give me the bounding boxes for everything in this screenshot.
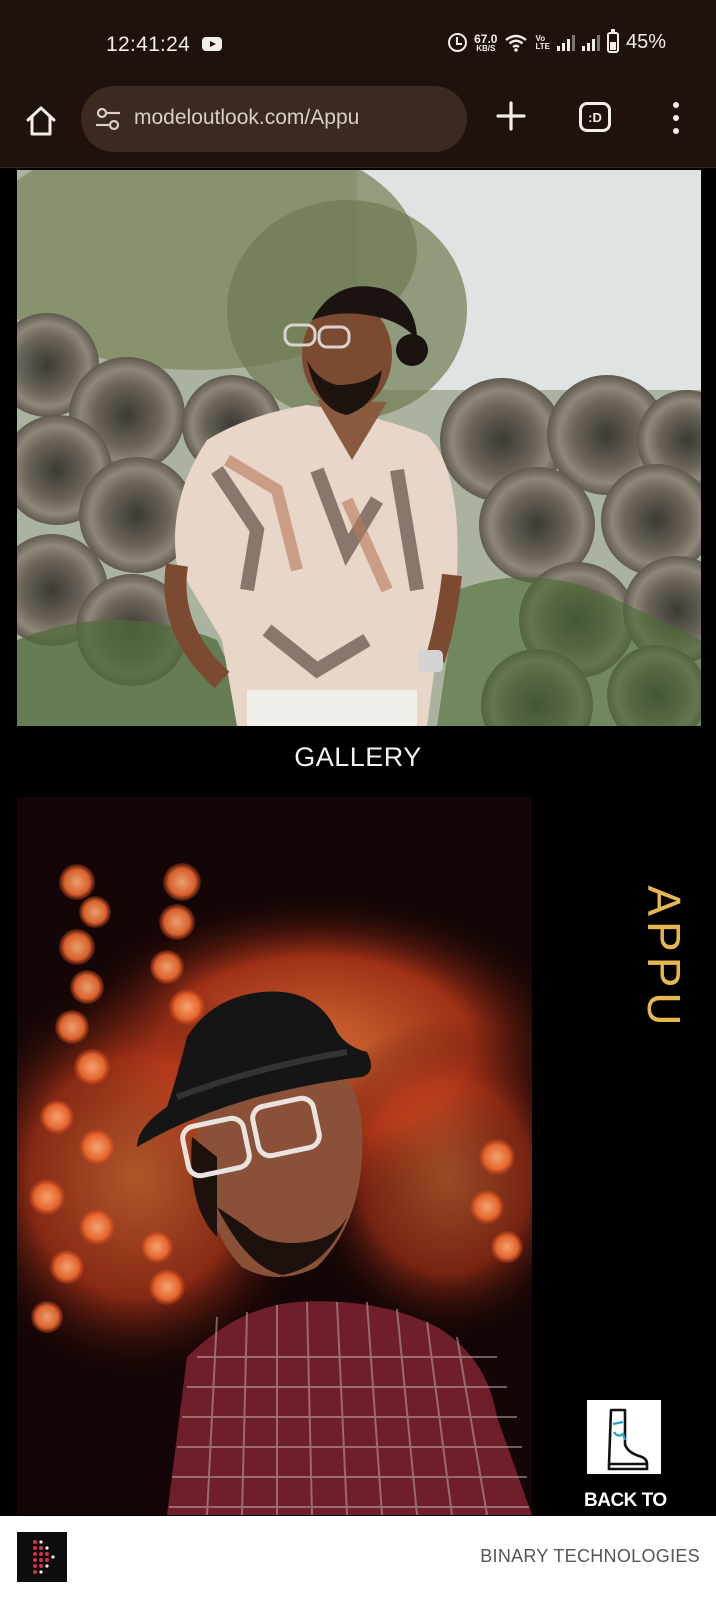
tab-switcher-label: :D — [588, 109, 602, 125]
youtube-notification-icon — [202, 37, 222, 51]
status-icons: 67.0 KB/S Vo LTE 45% — [448, 29, 666, 54]
address-bar[interactable]: modeloutlook.com/Appu — [81, 86, 467, 152]
status-time: 12:41:24 — [106, 33, 191, 56]
signal-icon-sim2 — [581, 34, 600, 51]
gallery-photo-night[interactable] — [17, 797, 532, 1515]
new-tab-plus-icon[interactable] — [494, 99, 528, 133]
signal-icon-sim1 — [556, 34, 575, 51]
footer: BINARY TECHNOLOGIES — [0, 1516, 716, 1600]
binary-technologies-logo[interactable] — [17, 1532, 67, 1582]
url-text[interactable]: modeloutlook.com/Appu — [134, 106, 359, 130]
volte-bottom: LTE — [535, 41, 550, 51]
browser-toolbar: modeloutlook.com/Appu :D — [0, 84, 716, 168]
footer-brand-text[interactable]: BINARY TECHNOLOGIES — [480, 1546, 700, 1567]
back-to-button[interactable] — [587, 1400, 661, 1474]
network-speed-value: 67.0 — [474, 31, 498, 46]
alarm-icon — [448, 33, 468, 52]
network-speed-unit: KB/S — [476, 43, 496, 53]
logo-dots-icon — [33, 1540, 55, 1574]
volte-indicator: Vo LTE — [535, 34, 550, 51]
kebab-menu-icon[interactable] — [666, 102, 686, 134]
gallery-photo-outdoor[interactable] — [17, 170, 701, 726]
gallery-heading: GALLERY — [294, 742, 422, 772]
battery-icon — [606, 29, 619, 53]
model-name-vertical: APPU — [638, 885, 690, 1031]
back-to-label[interactable]: BACK TO — [584, 1490, 667, 1512]
night-portrait-image — [17, 797, 532, 1515]
battery-percentage: 45% — [625, 31, 666, 53]
status-bar: 12:41:24 67.0 KB/S Vo LTE 45% — [0, 0, 716, 84]
wifi-icon — [505, 34, 528, 52]
network-speed: 67.0 KB/S — [474, 33, 497, 53]
home-icon[interactable] — [24, 104, 58, 138]
tab-switcher-button[interactable]: :D — [579, 102, 611, 132]
outdoor-portrait-image — [17, 170, 701, 726]
tune-icon[interactable] — [95, 107, 121, 131]
boot-icon — [607, 1408, 649, 1471]
